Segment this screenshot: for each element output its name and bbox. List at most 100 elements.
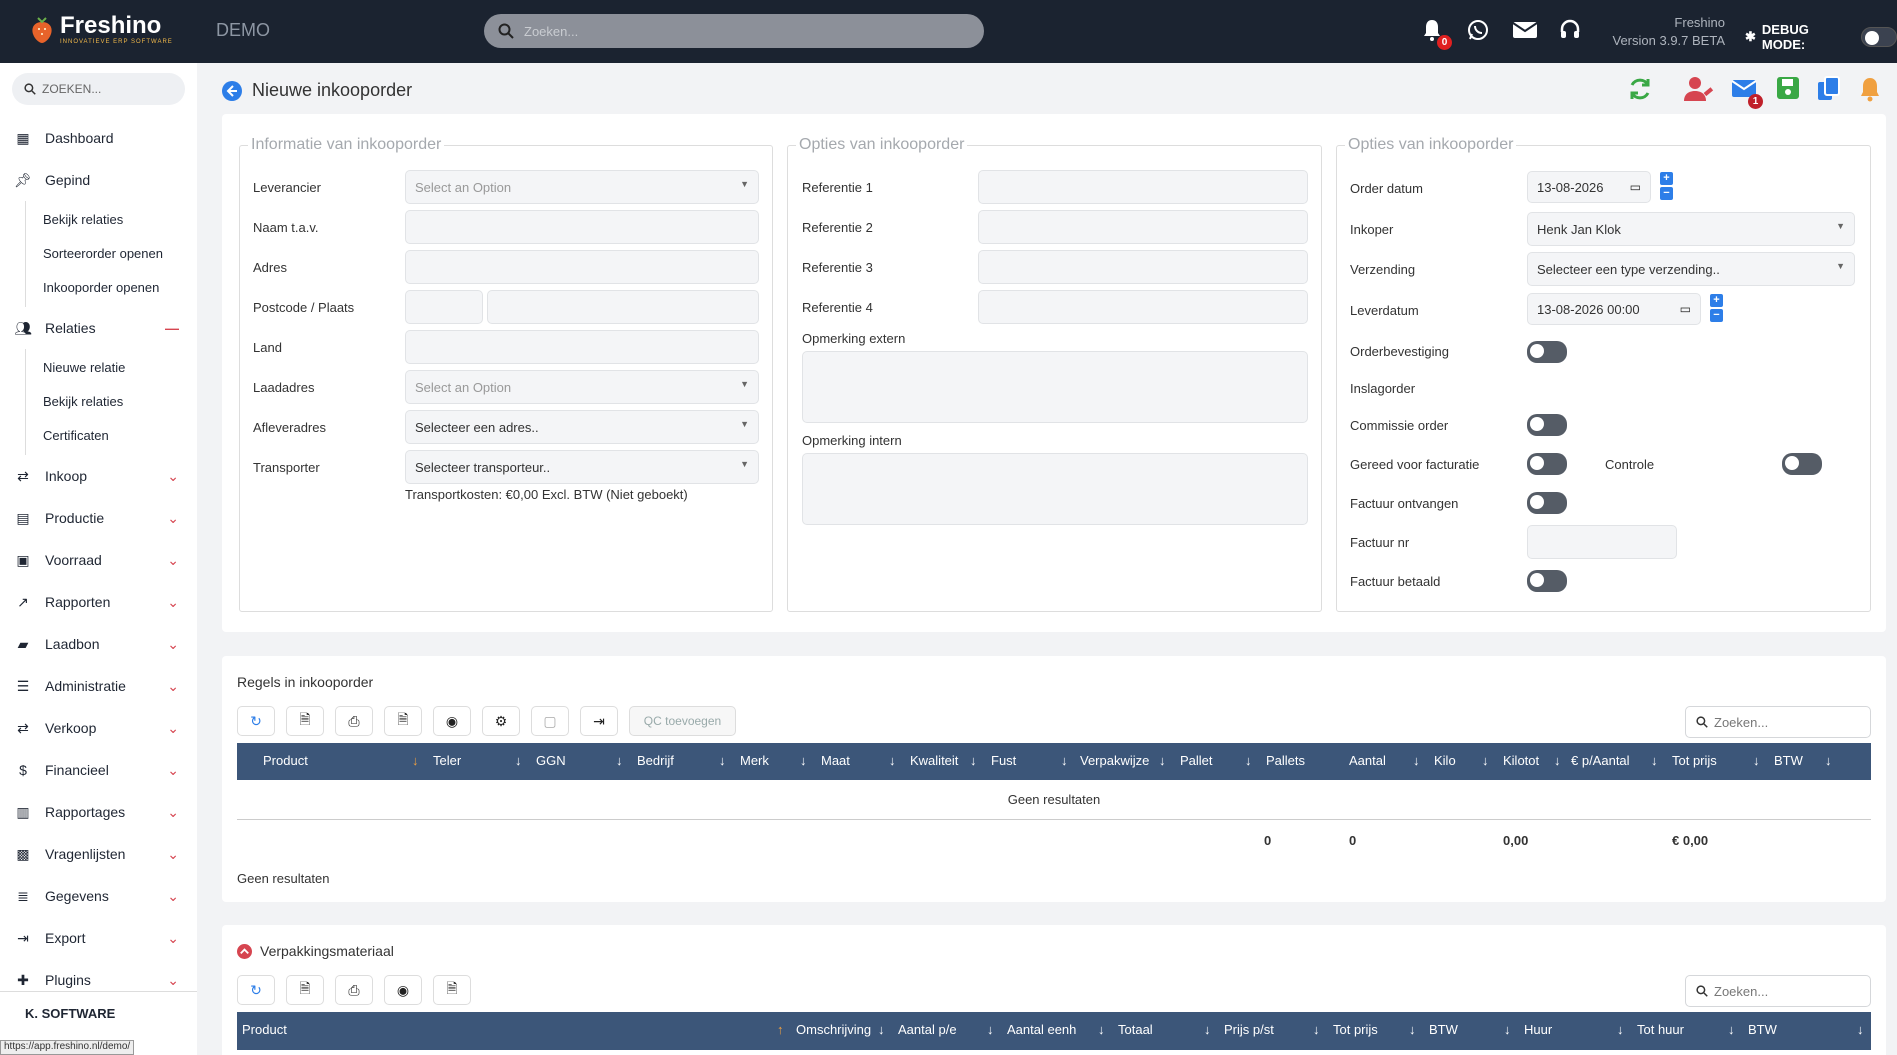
notifications-button[interactable]: 0 bbox=[1420, 18, 1452, 50]
support-button[interactable] bbox=[1558, 18, 1584, 44]
col-omschrijving[interactable]: Omschrijving bbox=[796, 1022, 871, 1037]
sidebar-item-voorraad[interactable]: ▣ Voorraad ⌄ bbox=[0, 539, 197, 581]
ref3-input[interactable] bbox=[978, 250, 1308, 284]
col-btw-2[interactable]: BTW bbox=[1748, 1022, 1777, 1037]
pdf-button[interactable]: 🗎︎ bbox=[433, 975, 471, 1005]
sidebar-item-verkoop[interactable]: ⇄ Verkoop ⌄ bbox=[0, 707, 197, 749]
opm-extern-textarea[interactable] bbox=[802, 351, 1308, 423]
sidebar-item-inkoop[interactable]: ⇄ Inkoop ⌄ bbox=[0, 455, 197, 497]
verpakking-header[interactable]: Verpakkingsmateriaal bbox=[237, 943, 394, 959]
plaats-input[interactable] bbox=[487, 290, 759, 324]
sort-arrow-icon[interactable]: ↓ bbox=[1728, 1022, 1735, 1037]
col-bedrijf[interactable]: Bedrijf bbox=[637, 753, 674, 768]
minus-icon[interactable]: − bbox=[1660, 187, 1673, 200]
col-prijs-aantal[interactable]: € p/Aantal bbox=[1571, 753, 1630, 768]
sort-arrow-icon[interactable]: ↓ bbox=[1651, 753, 1658, 768]
export-button[interactable]: ⇥ bbox=[580, 706, 618, 736]
sort-arrow-icon[interactable]: ↑ bbox=[777, 1022, 784, 1037]
transporter-select[interactable]: Selecteer transporteur.. ▼ bbox=[405, 450, 759, 484]
factuur-ontvangen-toggle[interactable] bbox=[1527, 492, 1567, 514]
sort-arrow-icon[interactable]: ↓ bbox=[970, 753, 977, 768]
refresh-button[interactable]: ↻ bbox=[237, 706, 275, 736]
refresh-icon[interactable] bbox=[1627, 76, 1653, 102]
whatsapp-button[interactable] bbox=[1466, 18, 1492, 44]
columns-button[interactable]: ◉ bbox=[384, 975, 422, 1005]
col-aantal[interactable]: Aantal bbox=[1349, 753, 1386, 768]
excel-button[interactable]: 🗎︎ bbox=[286, 975, 324, 1005]
sort-arrow-icon[interactable]: ↓ bbox=[1061, 753, 1068, 768]
col-huur[interactable]: Huur bbox=[1524, 1022, 1552, 1037]
minus-icon[interactable]: − bbox=[1710, 309, 1723, 322]
controle-toggle[interactable] bbox=[1782, 453, 1822, 475]
land-input[interactable] bbox=[405, 330, 759, 364]
sort-arrow-icon[interactable]: ↓ bbox=[1245, 753, 1252, 768]
factuur-nr-input[interactable] bbox=[1527, 525, 1677, 559]
sort-arrow-icon[interactable]: ↓ bbox=[1554, 753, 1561, 768]
col-ggn[interactable]: GGN bbox=[536, 753, 566, 768]
global-search-input[interactable]: Zoeken... bbox=[484, 14, 984, 48]
col-aantal-eenh[interactable]: Aantal eenh bbox=[1007, 1022, 1076, 1037]
sidebar-item-gegevens[interactable]: ≣ Gegevens ⌄ bbox=[0, 875, 197, 917]
postcode-input[interactable] bbox=[405, 290, 483, 324]
sidebar-item-vragenlijsten[interactable]: ▩ Vragenlijsten ⌄ bbox=[0, 833, 197, 875]
sort-arrow-icon[interactable]: ↓ bbox=[987, 1022, 994, 1037]
sidebar-item-productie[interactable]: ▤ Productie ⌄ bbox=[0, 497, 197, 539]
col-merk[interactable]: Merk bbox=[740, 753, 769, 768]
pdf-button[interactable]: 🗎︎ bbox=[384, 706, 422, 736]
leverancier-select[interactable]: Select an Option ▼ bbox=[405, 170, 759, 204]
sort-arrow-icon[interactable]: ↓ bbox=[1617, 1022, 1624, 1037]
bell-icon[interactable] bbox=[1858, 76, 1882, 102]
laadadres-select[interactable]: Select an Option ▼ bbox=[405, 370, 759, 404]
mail-button[interactable] bbox=[1512, 18, 1538, 44]
calendar-icon[interactable]: ▭ bbox=[1630, 180, 1641, 194]
sort-arrow-icon[interactable]: ↓ bbox=[1482, 753, 1489, 768]
sidebar-item-export[interactable]: ⇥ Export ⌄ bbox=[0, 917, 197, 959]
refresh-button[interactable]: ↻ bbox=[237, 975, 275, 1005]
print-button[interactable]: ⎙ bbox=[335, 706, 373, 736]
sort-arrow-icon[interactable]: ↓ bbox=[889, 753, 896, 768]
opm-intern-textarea[interactable] bbox=[802, 453, 1308, 525]
sidebar-item-rapportages[interactable]: ▥ Rapportages ⌄ bbox=[0, 791, 197, 833]
calendar-icon[interactable]: ▭ bbox=[1680, 302, 1691, 316]
sort-arrow-icon[interactable]: ↓ bbox=[1204, 1022, 1211, 1037]
adres-input[interactable] bbox=[405, 250, 759, 284]
col-prijs-pst[interactable]: Prijs p/st bbox=[1224, 1022, 1274, 1037]
print-button[interactable]: ⎙ bbox=[335, 975, 373, 1005]
col-tot-prijs[interactable]: Tot prijs bbox=[1333, 1022, 1378, 1037]
inkoper-select[interactable]: Henk Jan Klok ▼ bbox=[1527, 212, 1855, 246]
col-kilotot[interactable]: Kilotot bbox=[1503, 753, 1539, 768]
col-aantal-pe[interactable]: Aantal p/e bbox=[898, 1022, 957, 1037]
sort-arrow-icon[interactable]: ↓ bbox=[515, 753, 522, 768]
sidebar-subitem[interactable]: Nieuwe relatie bbox=[26, 351, 197, 385]
sort-arrow-icon[interactable]: ↓ bbox=[800, 753, 807, 768]
orderbevestiging-toggle[interactable] bbox=[1527, 341, 1567, 363]
col-teler[interactable]: Teler bbox=[433, 753, 461, 768]
col-totaal[interactable]: Totaal bbox=[1118, 1022, 1153, 1037]
sidebar-item-administratie[interactable]: ☰ Administratie ⌄ bbox=[0, 665, 197, 707]
debug-toggle[interactable] bbox=[1861, 27, 1897, 47]
col-kwaliteit[interactable]: Kwaliteit bbox=[910, 753, 958, 768]
col-btw[interactable]: BTW bbox=[1429, 1022, 1458, 1037]
sort-arrow-icon[interactable]: ↓ bbox=[1313, 1022, 1320, 1037]
sidebar-item-laadbon[interactable]: ▰ Laadbon ⌄ bbox=[0, 623, 197, 665]
ref1-input[interactable] bbox=[978, 170, 1308, 204]
excel-button[interactable]: 🗎︎ bbox=[286, 706, 324, 736]
col-tot-huur[interactable]: Tot huur bbox=[1637, 1022, 1684, 1037]
sort-arrow-icon[interactable]: ↓ bbox=[1753, 753, 1760, 768]
sort-arrow-icon[interactable]: ↓ bbox=[1159, 753, 1166, 768]
user-edit-icon[interactable] bbox=[1684, 76, 1714, 102]
sort-arrow-icon[interactable]: ↓ bbox=[719, 753, 726, 768]
sidebar-item-gepind[interactable]: 📌︎ Gepind bbox=[0, 159, 197, 201]
col-product[interactable]: Product bbox=[242, 1022, 287, 1037]
sidebar-item-financieel[interactable]: $ Financieel ⌄ bbox=[0, 749, 197, 791]
col-tot-prijs[interactable]: Tot prijs bbox=[1672, 753, 1717, 768]
back-arrow-icon[interactable] bbox=[222, 80, 242, 101]
settings-button[interactable]: ⚙ bbox=[482, 706, 520, 736]
sort-arrow-icon[interactable]: ↓ bbox=[412, 753, 419, 768]
factuur-betaald-toggle[interactable] bbox=[1527, 570, 1567, 592]
col-kilo[interactable]: Kilo bbox=[1434, 753, 1456, 768]
commissie-toggle[interactable] bbox=[1527, 414, 1567, 436]
sidebar-subitem[interactable]: Bekijk relaties bbox=[26, 385, 197, 419]
verpakking-search-input[interactable]: Zoeken... bbox=[1685, 975, 1871, 1007]
save-icon[interactable] bbox=[1776, 76, 1800, 100]
